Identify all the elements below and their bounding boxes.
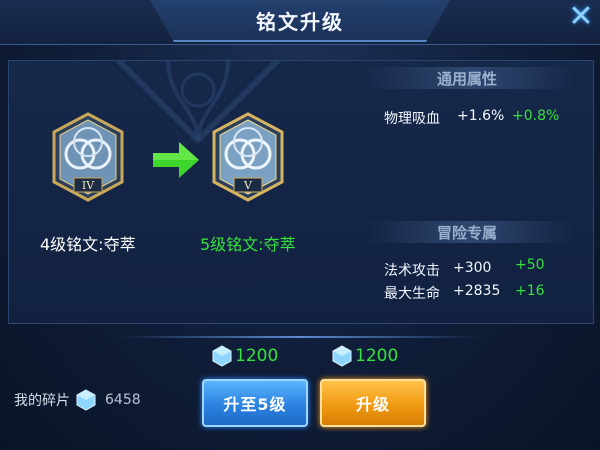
close-icon: ✕ <box>568 0 594 34</box>
cost-value: 1200 <box>355 346 399 366</box>
close-button[interactable]: ✕ <box>566 0 596 34</box>
general-attributes-title: 通用属性 <box>437 70 498 88</box>
cost-value: 1200 <box>235 346 279 366</box>
next-rune-name: 5级铭文:夺萃 <box>200 235 296 254</box>
page-title: 铭文升级 <box>256 10 344 34</box>
rune-level-5-icon: V <box>212 112 284 202</box>
crystal-icon <box>76 389 96 411</box>
attribute-value: +1.6% <box>457 108 505 124</box>
attribute-increase: +0.8% <box>512 108 560 124</box>
attribute-label: 物理吸血 <box>384 111 440 127</box>
attribute-value: +2835 <box>453 283 501 299</box>
divider <box>120 336 480 338</box>
attribute-value: +300 <box>453 260 492 276</box>
upgrade-to-level-5-button[interactable]: 升至5级 <box>202 379 308 427</box>
rune-level-4-icon: IV <box>52 112 124 202</box>
attribute-increase: +16 <box>515 283 545 299</box>
rune-level-4-numeral: IV <box>82 179 95 192</box>
shards-label: 我的碎片 <box>14 393 70 409</box>
crystal-icon <box>212 345 232 367</box>
shards-value: 6458 <box>105 392 141 408</box>
rune-level-5-numeral: V <box>243 179 253 192</box>
arrow-right-icon <box>153 142 199 178</box>
attribute-label: 法术攻击 <box>384 263 440 279</box>
current-rune-name: 4级铭文:夺萃 <box>40 235 136 254</box>
my-shards: 我的碎片 6458 <box>14 389 141 411</box>
crystal-icon <box>332 345 352 367</box>
upgrade-cost: 1200 <box>332 345 398 367</box>
title-bar: 铭文升级 ✕ <box>0 0 600 45</box>
upgrade-to-5-cost: 1200 <box>212 345 278 367</box>
upgrade-button[interactable]: 升级 <box>320 379 426 427</box>
attribute-increase: +50 <box>515 257 545 273</box>
adventure-attributes-title: 冒险专属 <box>437 224 498 242</box>
attribute-label: 最大生命 <box>384 286 440 302</box>
